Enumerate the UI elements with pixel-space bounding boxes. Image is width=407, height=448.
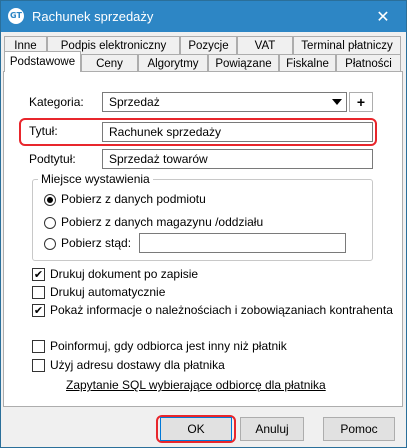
kategoria-select[interactable]: Sprzedaż [102,92,347,112]
tab-platnosci[interactable]: Płatności [336,54,401,72]
print-after-save-label[interactable]: Drukuj dokument po zapisie [50,267,198,281]
radio-from-subject[interactable] [44,194,56,206]
tab-podstawowe[interactable]: Podstawowe [4,51,81,72]
tab-fiskalne[interactable]: Fiskalne [279,54,336,72]
issue-place-input[interactable] [139,233,346,253]
tytul-input[interactable]: Rachunek sprzedaży [102,122,373,142]
cancel-button[interactable]: Anuluj [240,417,304,441]
radio-selected-dot [47,197,53,203]
show-receivables-checkbox[interactable]: ✔ [32,304,45,317]
radio-from-here-label[interactable]: Pobierz stąd: [61,236,131,250]
tab-powiazane[interactable]: Powiązane [208,54,279,72]
close-button[interactable]: ✕ [360,1,406,32]
show-receivables-label[interactable]: Pokaż informacje o należnościach i zobow… [50,303,393,317]
tab-panel-podstawowe: Kategoria: Sprzedaż + Tytuł: Rachunek sp… [3,71,403,407]
radio-from-warehouse[interactable] [44,217,56,229]
tab-pozycje[interactable]: Pozycje [180,36,237,54]
dialog-window: GT Rachunek sprzedaży ✕ Inne Podpis elek… [0,0,407,448]
use-delivery-address-label[interactable]: Użyj adresu dostawy dla płatnika [50,358,225,372]
tab-terminal-platniczy[interactable]: Terminal płatniczy [293,36,401,54]
podtytul-label: Podtytuł: [29,152,76,166]
tytul-label: Tytuł: [29,124,58,138]
radio-from-warehouse-label[interactable]: Pobierz z danych magazynu /oddziału [61,215,263,229]
title-bar[interactable]: GT Rachunek sprzedaży ✕ [1,1,406,32]
tab-algorytmy[interactable]: Algorytmy [138,54,208,72]
notify-different-recipient-checkbox[interactable] [32,340,45,353]
print-automatically-label[interactable]: Drukuj automatycznie [50,285,165,299]
issue-place-title: Miejsce wystawienia [38,172,153,186]
app-logo-icon: GT [8,8,24,24]
add-category-button[interactable]: + [349,92,373,112]
tab-ceny[interactable]: Ceny [81,54,138,72]
sql-query-link[interactable]: Zapytanie SQL wybierające odbiorcę dla p… [66,378,326,392]
kategoria-label: Kategoria: [29,95,84,109]
notify-different-recipient-label[interactable]: Poinformuj, gdy odbiorca jest inny niż p… [50,339,287,353]
ok-button[interactable]: OK [160,417,232,441]
use-delivery-address-checkbox[interactable] [32,359,45,372]
print-after-save-checkbox[interactable]: ✔ [32,268,45,281]
chevron-down-icon[interactable] [332,99,342,105]
radio-from-here[interactable] [44,238,56,250]
print-automatically-checkbox[interactable] [32,286,45,299]
tab-vat[interactable]: VAT [237,36,293,54]
window-title: Rachunek sprzedaży [32,9,154,24]
radio-from-subject-label[interactable]: Pobierz z danych podmiotu [61,192,206,206]
kategoria-value: Sprzedaż [109,95,160,109]
podtytul-input[interactable]: Sprzedaż towarów [102,149,373,169]
help-button[interactable]: Pomoc [323,417,395,441]
